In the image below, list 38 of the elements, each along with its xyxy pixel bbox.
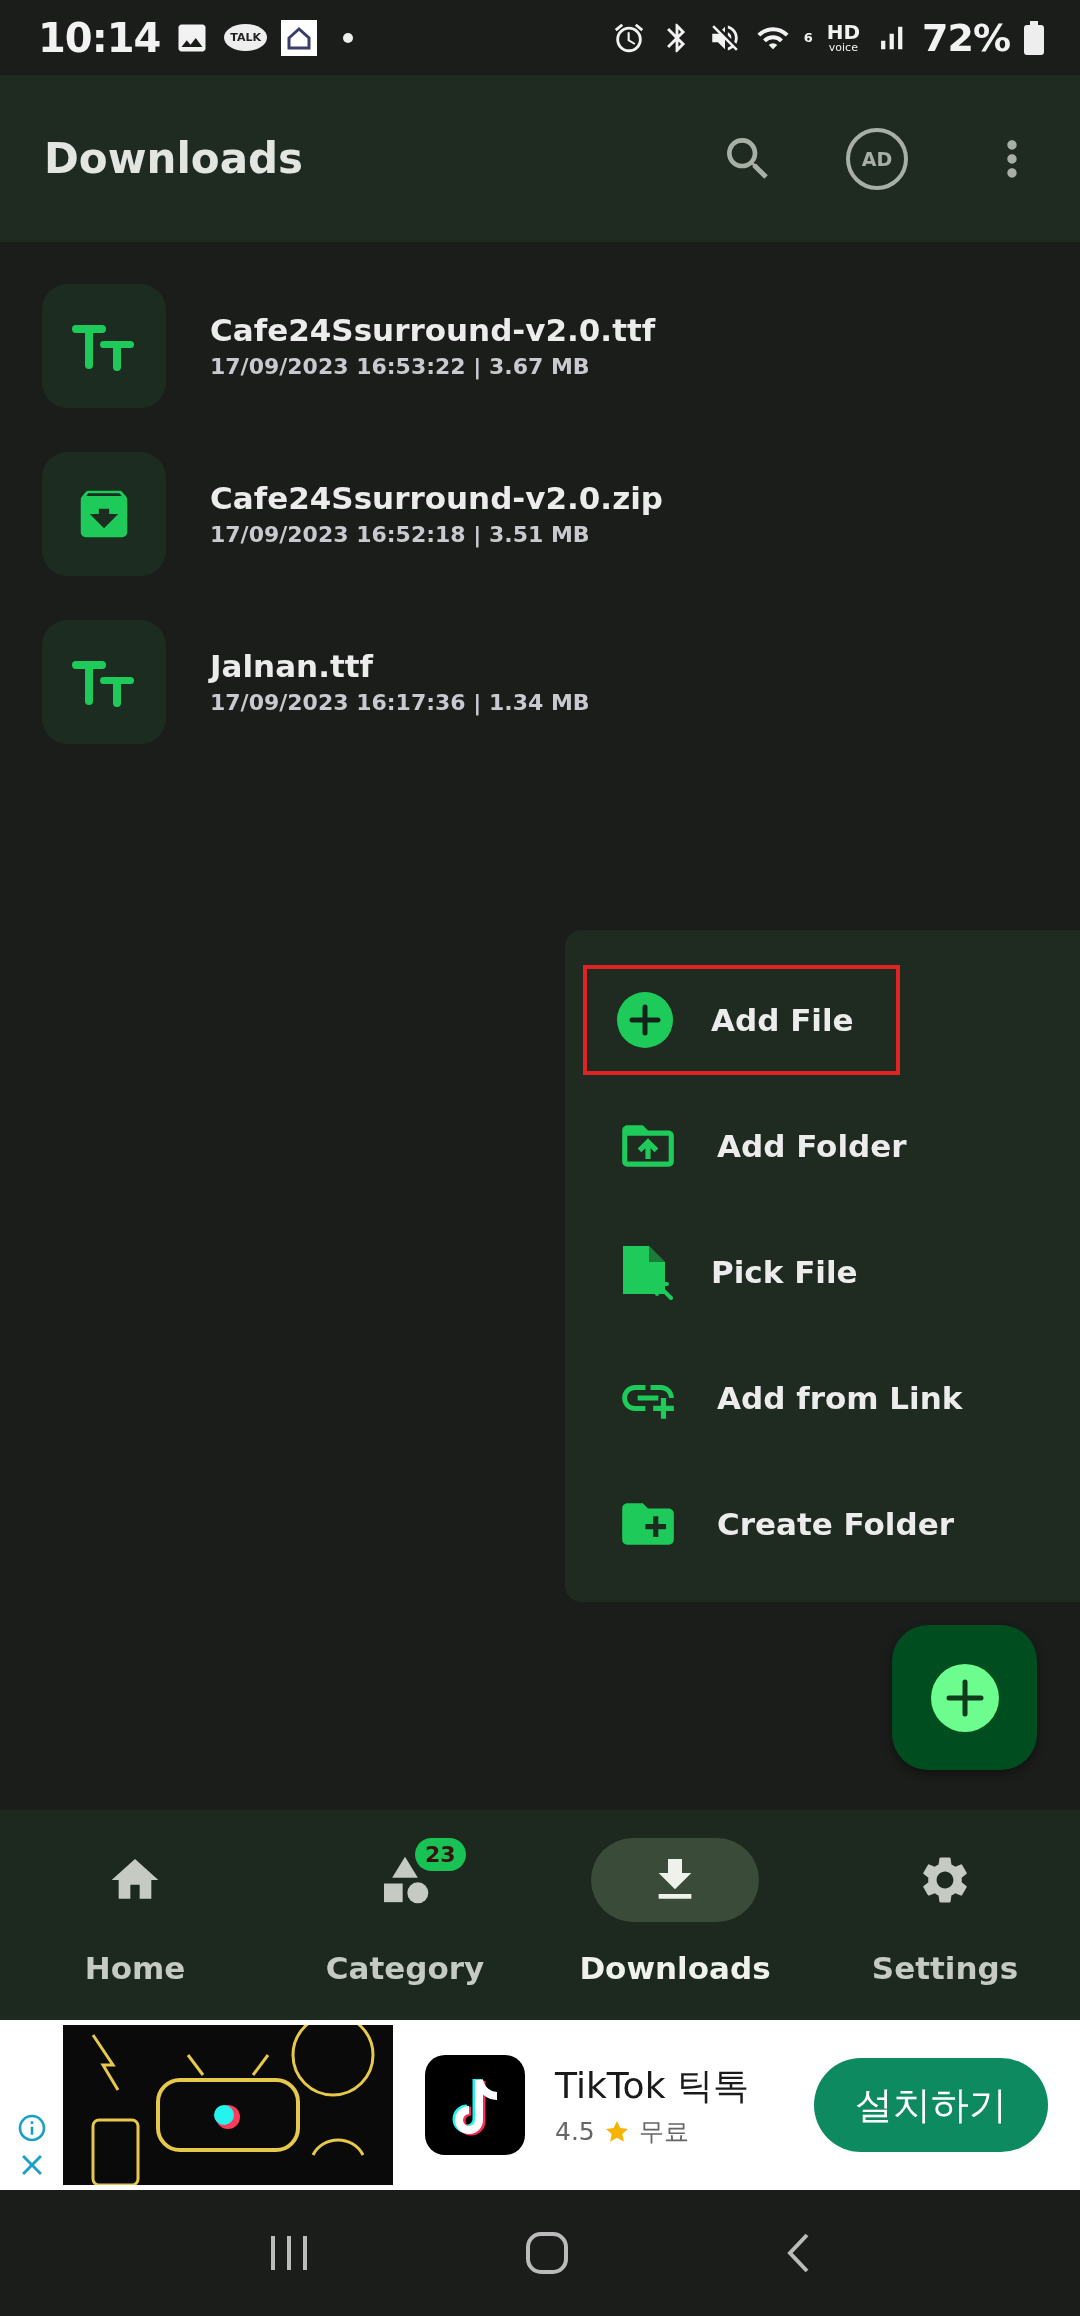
chat-bubble-icon: TALK <box>224 24 268 51</box>
file-details: 17/09/2023 16:17:36 | 1.34 MB <box>210 690 590 715</box>
file-name[interactable]: Cafe24Ssurround-v2.0.zip <box>210 480 663 516</box>
battery-level: 72% <box>922 15 1010 60</box>
menu-item[interactable]: Create Folder <box>583 1469 1043 1579</box>
home-button-icon[interactable] <box>526 2232 568 2274</box>
menu-item[interactable]: Add from Link <box>583 1343 1043 1453</box>
page-title: Downloads <box>44 134 305 183</box>
plus-circle-icon <box>617 992 673 1048</box>
star-icon <box>604 2119 629 2144</box>
add-fab[interactable] <box>892 1625 1037 1770</box>
app-price: 무료 <box>638 2116 689 2148</box>
wifi-generation: 6 <box>803 30 813 45</box>
notification-dot <box>343 32 354 43</box>
ad-block-button[interactable]: AD <box>846 127 908 190</box>
voice-label: voice <box>828 42 858 53</box>
file-name[interactable]: Jalnan.ttf <box>210 648 590 684</box>
count-badge: 23 <box>415 1838 466 1871</box>
app-icon <box>425 2055 525 2155</box>
file-details: 17/09/2023 16:53:22 | 3.67 MB <box>210 354 591 379</box>
plus-circle-icon <box>930 1663 999 1732</box>
battery-icon <box>1024 20 1044 55</box>
menu-item[interactable]: Add File <box>583 965 900 1075</box>
nav-tab[interactable]: Home <box>0 1810 270 2020</box>
nav-tab[interactable]: 23 Category <box>270 1810 540 2020</box>
nav-tab[interactable]: Settings <box>810 1810 1080 2020</box>
status-time: 10:14 <box>38 14 161 61</box>
hd-label: HD <box>826 22 861 42</box>
menu-item[interactable]: Add Folder <box>583 1091 1043 1201</box>
file-details: 17/09/2023 16:52:18 | 3.51 MB <box>210 522 591 547</box>
install-button[interactable]: 설치하기 <box>814 2058 1048 2152</box>
app-rating: 4.5 <box>555 2117 595 2146</box>
nav-tab[interactable]: Downloads <box>540 1810 810 2020</box>
house-app-icon <box>281 19 318 56</box>
recent-apps-icon[interactable] <box>268 2234 309 2272</box>
file-name[interactable]: Cafe24Ssurround-v2.0.ttf <box>210 312 656 348</box>
app-name: TikTok 틱톡 <box>555 2064 750 2108</box>
menu-item[interactable]: Pick File <box>583 1217 1043 1327</box>
